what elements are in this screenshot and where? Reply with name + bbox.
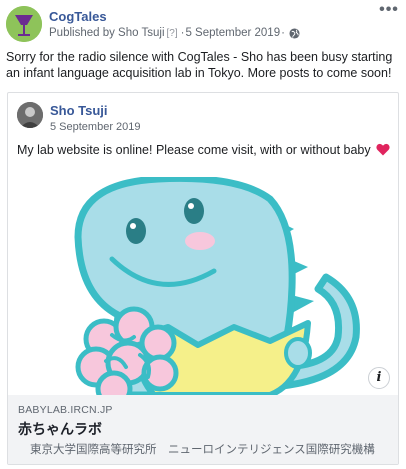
more-options-icon[interactable]: ••• bbox=[378, 2, 400, 24]
page-avatar[interactable] bbox=[6, 6, 42, 42]
meta-separator: · bbox=[180, 27, 185, 39]
link-domain: BABYLAB.IRCN.JP bbox=[18, 404, 113, 416]
link-preview-image[interactable]: i bbox=[8, 177, 398, 395]
link-title[interactable]: 赤ちゃんラボ bbox=[18, 419, 102, 439]
link-preview-caption[interactable]: BABYLAB.IRCN.JP 赤ちゃんラボ 東京大学国際高等研究所 ニューロイ… bbox=[8, 395, 398, 464]
page-logo-icon bbox=[6, 6, 42, 42]
shared-post-text: My lab website is online! Please come vi… bbox=[17, 143, 390, 157]
post-text: Sorry for the radio silence with CogTale… bbox=[6, 50, 393, 80]
post-date-link[interactable]: 5 September 2019 bbox=[185, 27, 280, 39]
published-by-link[interactable]: Published by Sho Tsuji bbox=[49, 27, 165, 39]
shared-author-link[interactable]: Sho Tsuji bbox=[50, 103, 108, 118]
red-heart-icon bbox=[376, 143, 390, 156]
globe-icon[interactable] bbox=[289, 27, 300, 39]
shared-post-card: Sho Tsuji 5 September 2019 My lab websit… bbox=[7, 92, 399, 465]
post-meta: Published by Sho Tsuji [?] · 5 September… bbox=[49, 27, 300, 39]
info-icon[interactable]: i bbox=[368, 367, 390, 389]
shared-text-body: My lab website is online! Please come vi… bbox=[17, 143, 371, 157]
meta-separator-2: · bbox=[281, 27, 285, 39]
dinosaur-illustration bbox=[74, 177, 360, 395]
shared-date-link[interactable]: 5 September 2019 bbox=[50, 121, 141, 133]
page-name-link[interactable]: CogTales bbox=[49, 9, 107, 24]
author-avatar[interactable] bbox=[17, 102, 43, 128]
help-marker[interactable]: [?] bbox=[167, 28, 178, 39]
post-header: CogTales Published by Sho Tsuji [?] · 5 … bbox=[6, 2, 400, 42]
author-photo bbox=[17, 102, 43, 128]
link-description: 東京大学国際高等研究所 ニューロインテリジェンス国際研究機構 bbox=[30, 444, 375, 456]
